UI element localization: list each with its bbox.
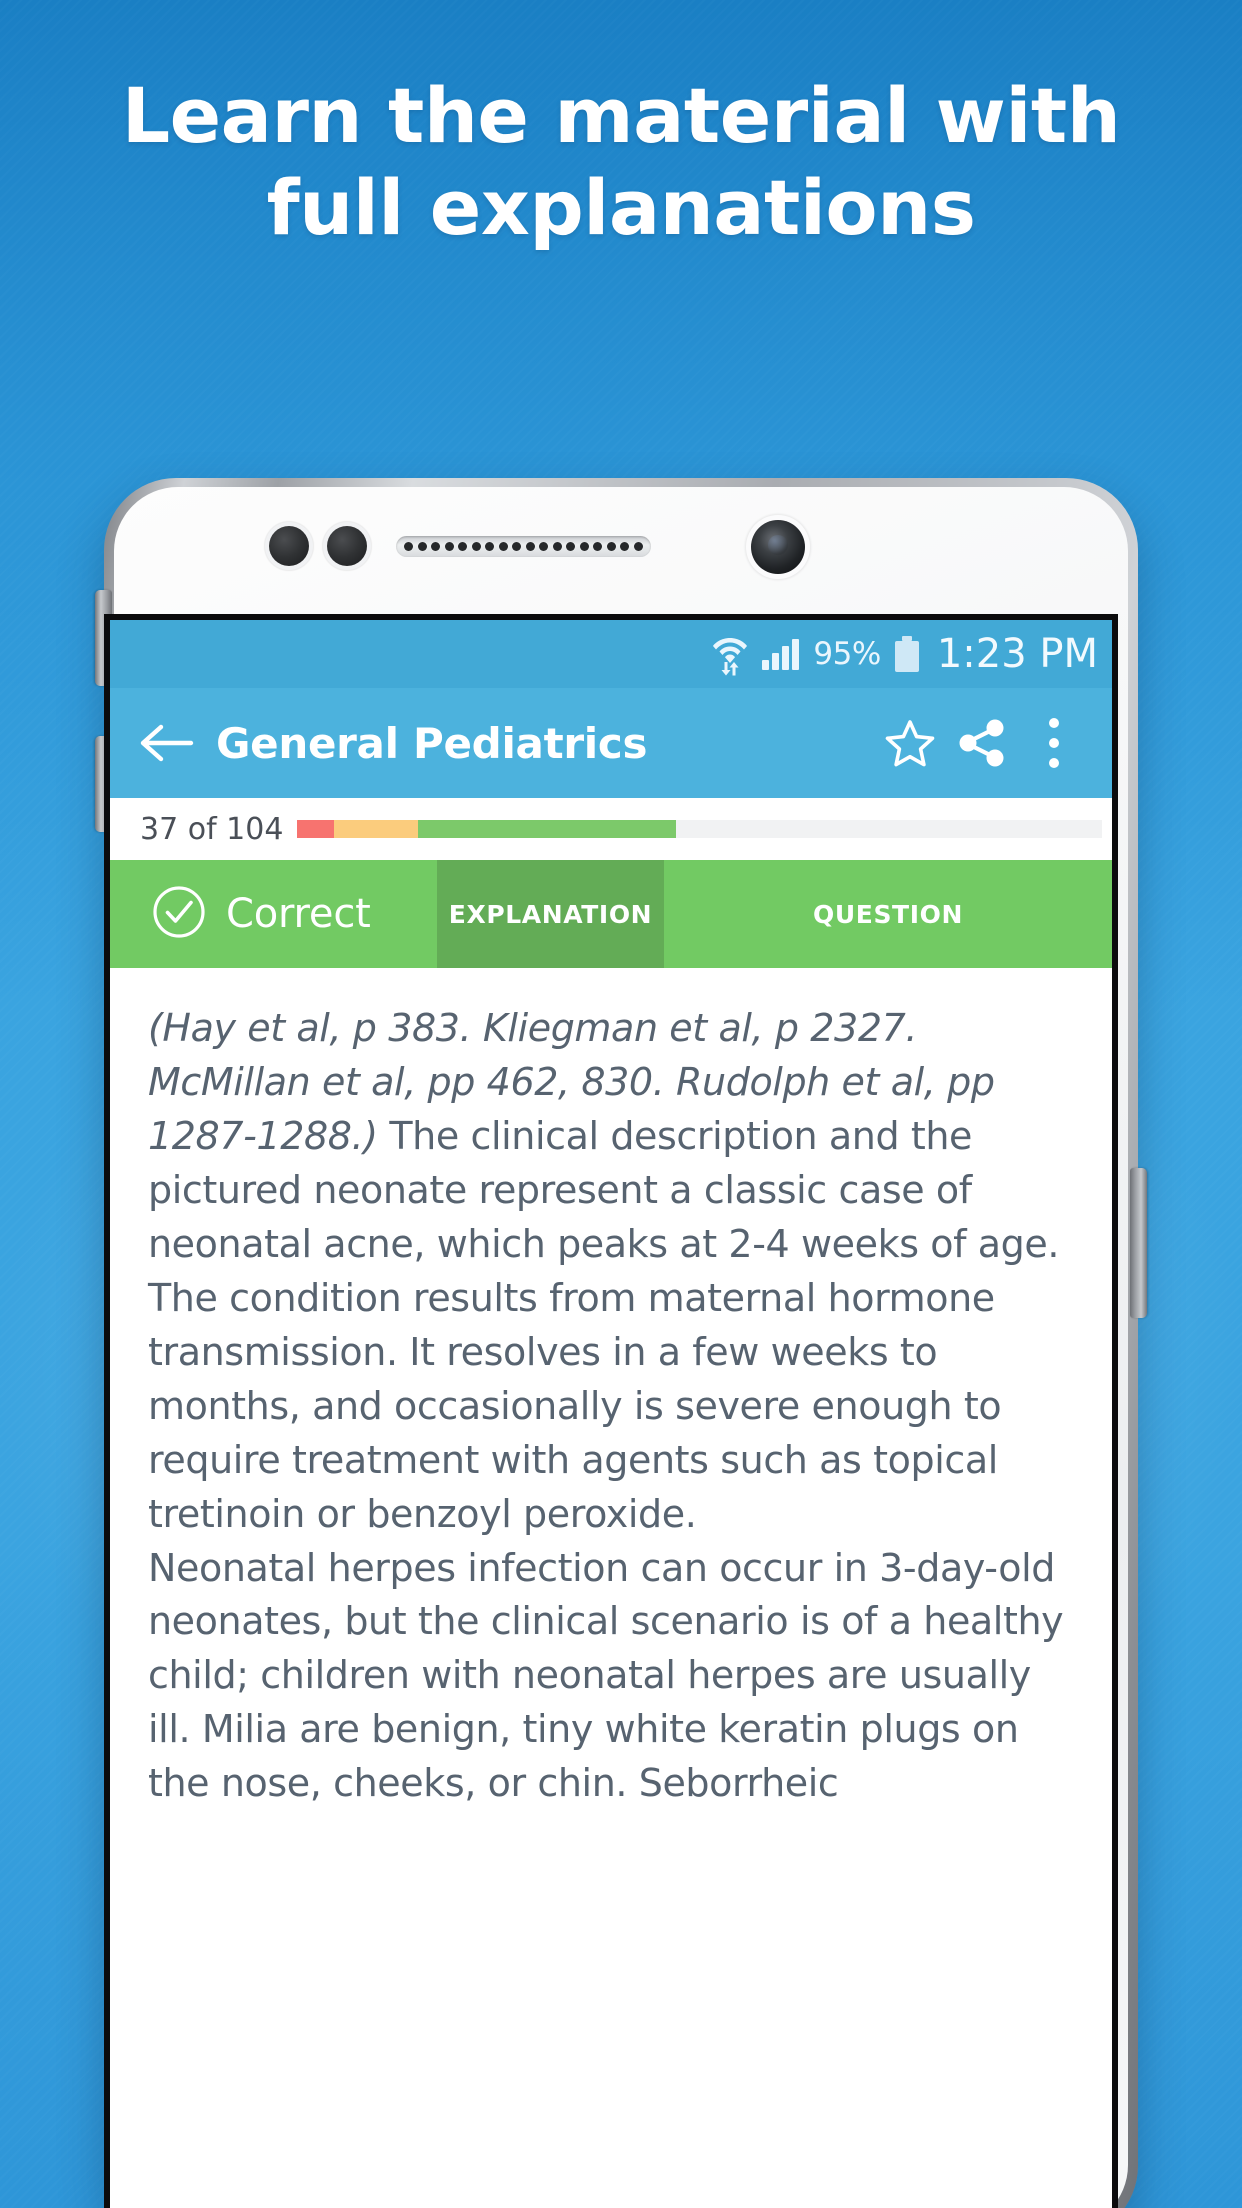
cellular-signal-icon: [762, 638, 800, 670]
phone-mockup: 95% 1:23 PM General Pediatrics 37 of 104…: [95, 478, 1147, 2208]
headline-line-1: Learn the material with: [121, 71, 1121, 160]
more-vertical-icon[interactable]: [1018, 707, 1090, 779]
explanation-paragraph-1: (Hay et al, p 383. Kliegman et al, p 232…: [148, 1002, 1076, 1542]
power-button[interactable]: [1130, 1168, 1147, 1318]
front-camera-icon: [751, 520, 805, 574]
progress-row: 37 of 104: [110, 798, 1112, 860]
tab-explanation[interactable]: EXPLANATION: [437, 860, 664, 968]
android-status-bar: 95% 1:23 PM: [110, 620, 1112, 688]
star-outline-icon[interactable]: [874, 707, 946, 779]
battery-percent-label: 95%: [813, 636, 881, 672]
tab-bar: Correct EXPLANATION QUESTION: [110, 860, 1112, 968]
wifi-transfer-icon: [712, 632, 748, 676]
status-badge-label: Correct: [226, 891, 371, 937]
arrow-left-icon[interactable]: [136, 712, 198, 774]
status-badge: Correct: [110, 860, 437, 968]
promo-screenshot: Learn the material with full explanation…: [0, 0, 1242, 2208]
explanation-paragraph-2: Neonatal herpes infection can occur in 3…: [148, 1545, 1064, 1806]
earpiece-speaker-icon: [396, 536, 651, 557]
status-bar-clock: 1:23 PM: [936, 631, 1098, 677]
paragraph-1-body: The clinical description and the picture…: [148, 1113, 1060, 1536]
check-circle-icon: [152, 885, 206, 944]
tab-question[interactable]: QUESTION: [664, 860, 1112, 968]
share-icon[interactable]: [946, 707, 1018, 779]
progress-segment-skipped: [333, 820, 419, 838]
proximity-sensor-icon: [269, 526, 309, 566]
page-title: General Pediatrics: [216, 718, 648, 768]
progress-label: 37 of 104: [140, 811, 284, 847]
progress-segment-incorrect: [297, 820, 334, 838]
phone-top-hardware: [104, 516, 1138, 582]
headline-line-2: full explanations: [266, 163, 976, 252]
app-toolbar: General Pediatrics: [110, 688, 1112, 798]
status-bar-icons: 95% 1:23 PM: [712, 631, 1098, 677]
ambient-light-sensor-icon: [327, 526, 367, 566]
progress-bar[interactable]: [297, 820, 1102, 838]
progress-segment-correct: [418, 820, 676, 838]
explanation-content[interactable]: (Hay et al, p 383. Kliegman et al, p 232…: [110, 968, 1112, 2208]
phone-screen: 95% 1:23 PM General Pediatrics 37 of 104…: [110, 620, 1112, 2208]
battery-icon: [894, 636, 919, 672]
promo-headline: Learn the material with full explanation…: [0, 78, 1242, 246]
